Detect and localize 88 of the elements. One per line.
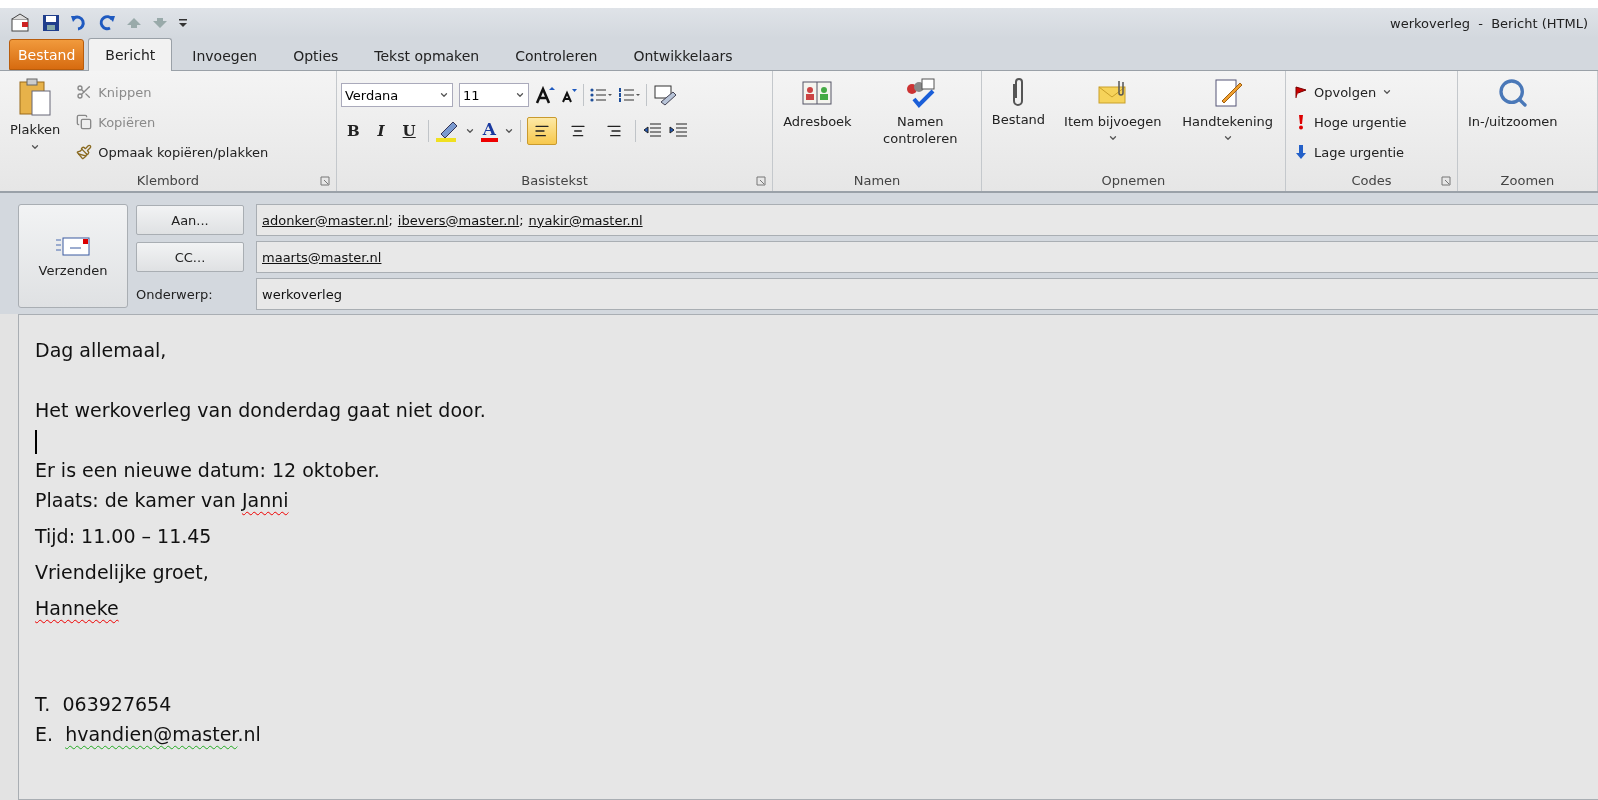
customize-icon[interactable] (178, 17, 188, 29)
body-text-line: E. hvandien@master.nl (35, 722, 262, 747)
font-size-field[interactable]: 11 (458, 83, 529, 107)
brush-icon (76, 144, 93, 160)
text-cursor (35, 429, 37, 454)
group-label: Klembord (136, 172, 200, 188)
caret-icon (438, 90, 449, 100)
group-label: Codes (1351, 172, 1392, 188)
caret-icon (1107, 133, 1118, 143)
body-text-line: Dag allemaal, (35, 338, 168, 363)
body-text-line: Er is een nieuwe datum: 12 oktober. (35, 458, 381, 483)
caret-icon (30, 142, 41, 152)
font-color-button[interactable]: A (480, 120, 498, 142)
ribbon-button[interactable]: Item bijvoegen (1057, 77, 1169, 169)
cc-button[interactable]: CC... (136, 242, 244, 272)
to-field[interactable]: adonker@master.nl; ibevers@master.nl; nyakir@master.nl (256, 204, 1598, 236)
caret-icon (503, 126, 514, 136)
down-arrow-icon (1293, 144, 1308, 160)
subject-field[interactable]: werkoverleg (256, 278, 1598, 310)
subject-label: Onderwerp: (136, 286, 214, 302)
window-title: werkoverleg - Bericht (HTML) (1390, 15, 1588, 31)
ribbon-button[interactable]: Handtekening (1174, 77, 1281, 169)
recipient-link[interactable]: nyakir@master.nl (528, 212, 643, 228)
to-button[interactable]: Aan... (136, 205, 244, 235)
separator: ; (388, 212, 393, 228)
redo-icon[interactable] (98, 14, 116, 32)
body-text-line: Het werkoverleg van donderdag gaat niet door. (35, 398, 487, 423)
ribbon-tab[interactable]: Bericht (88, 38, 173, 71)
ribbon-tab[interactable]: Controleren (499, 41, 614, 70)
dialog-launcher-icon[interactable] (756, 176, 767, 186)
group-label: Opnemen (1101, 172, 1166, 188)
tag-button[interactable]: Opvolgen (1289, 77, 1411, 107)
ribbon-button[interactable]: Bestand (985, 77, 1052, 169)
styles-icon[interactable] (652, 84, 677, 106)
undo-icon[interactable] (70, 14, 88, 32)
body-text-line: Tijd: 11.00 – 11.45 (35, 524, 213, 549)
italic-button[interactable]: I (371, 122, 391, 140)
caret-icon (1222, 133, 1233, 143)
recipient-link[interactable]: maarts@master.nl (262, 249, 382, 265)
app-icon[interactable] (10, 13, 32, 33)
group-label: Basistekst (521, 172, 588, 188)
font-name-field[interactable]: Verdana (340, 83, 453, 107)
bold-button[interactable]: B (340, 122, 366, 140)
shrink-font-icon[interactable] (560, 87, 577, 103)
group-label: Namen (853, 172, 901, 188)
paste-button[interactable]: Plakken (4, 77, 67, 169)
body-text-line: Hanneke (35, 596, 120, 621)
dialog-launcher-icon[interactable] (319, 176, 330, 186)
people-check-icon (904, 77, 937, 109)
recipient-link[interactable]: adonker@master.nl (262, 212, 389, 228)
group-label: Zoomen (1500, 172, 1555, 188)
recipient-link[interactable]: ibevers@master.nl (397, 212, 520, 228)
search-icon (1496, 77, 1529, 109)
increase-indent-icon[interactable] (667, 122, 688, 140)
body-text-line: T. 063927654 (35, 692, 173, 717)
tag-button[interactable]: Lage urgentie (1289, 137, 1411, 167)
copy-icon (76, 114, 93, 130)
separator: ; (519, 212, 524, 228)
save-icon[interactable] (42, 14, 60, 32)
caret-icon (464, 126, 475, 136)
ribbon-button[interactable]: Namen controleren (863, 77, 977, 169)
bullet-list-icon[interactable] (589, 87, 612, 103)
align-button[interactable] (526, 117, 557, 145)
ribbon-tab[interactable]: Invoegen (176, 41, 274, 70)
underline-button[interactable]: U (396, 122, 422, 140)
numbered-list-icon[interactable] (617, 87, 640, 103)
grow-font-icon[interactable] (534, 86, 555, 104)
decrease-indent-icon[interactable] (641, 122, 662, 140)
scissors-icon (76, 84, 93, 100)
caret-icon (514, 90, 525, 100)
flag-icon (1293, 85, 1308, 99)
ribbon-tab[interactable]: Opties (277, 41, 355, 70)
dialog-launcher-icon[interactable] (1440, 176, 1451, 186)
ribbon-tab[interactable]: Ontwikkelaars (617, 41, 749, 70)
body-text-line: Plaats: de kamer van Janni (35, 488, 290, 513)
cc-field[interactable]: maarts@master.nl (256, 241, 1598, 273)
caret-icon (1382, 87, 1393, 97)
clipboard-button[interactable]: Opmaak kopiëren/plakken (72, 137, 273, 167)
clipboard-icon (17, 77, 54, 117)
tag-button[interactable]: Hoge urgentie (1289, 107, 1411, 137)
send-button[interactable]: Verzenden (18, 204, 128, 308)
ribbon-button[interactable]: Adresboek (777, 77, 858, 169)
paperclip-icon (1012, 77, 1025, 107)
ribbon-tab[interactable]: Tekst opmaken (358, 41, 496, 70)
body-text-line: Vriendelijke groet, (35, 560, 210, 585)
envelope-icon (55, 234, 91, 257)
zoom-button[interactable]: In-/uitzoomen (1461, 77, 1564, 169)
highlighter-icon[interactable] (434, 120, 459, 142)
